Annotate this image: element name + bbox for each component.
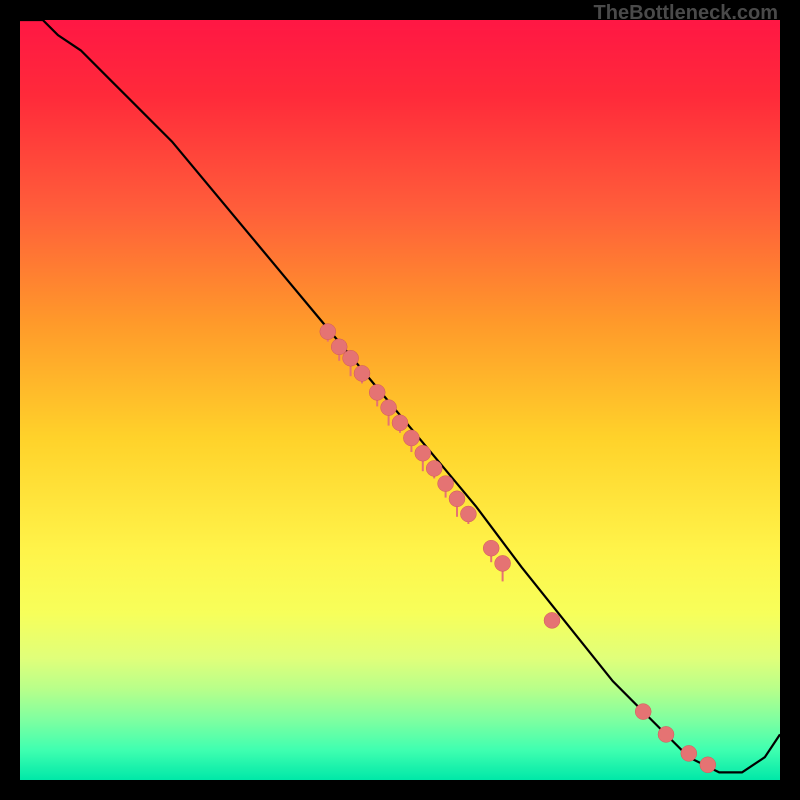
- data-marker: [381, 400, 397, 416]
- chart-overlay: [20, 20, 780, 780]
- data-marker: [460, 506, 476, 522]
- data-marker: [320, 324, 336, 340]
- data-marker: [495, 555, 511, 571]
- data-marker: [483, 540, 499, 556]
- bottleneck-curve: [20, 20, 780, 772]
- data-marker: [369, 384, 385, 400]
- data-marker: [343, 350, 359, 366]
- data-marker: [403, 430, 419, 446]
- data-marker: [449, 491, 465, 507]
- marker-drips: [328, 332, 503, 582]
- data-marker: [438, 476, 454, 492]
- data-marker: [658, 726, 674, 742]
- data-marker: [635, 704, 651, 720]
- data-marker: [354, 365, 370, 381]
- attribution-label: TheBottleneck.com: [594, 2, 778, 25]
- data-marker: [700, 757, 716, 773]
- data-marker: [681, 745, 697, 761]
- data-marker: [392, 415, 408, 431]
- data-marker: [544, 612, 560, 628]
- marker-group: [320, 324, 716, 773]
- data-marker: [415, 445, 431, 461]
- data-marker: [426, 460, 442, 476]
